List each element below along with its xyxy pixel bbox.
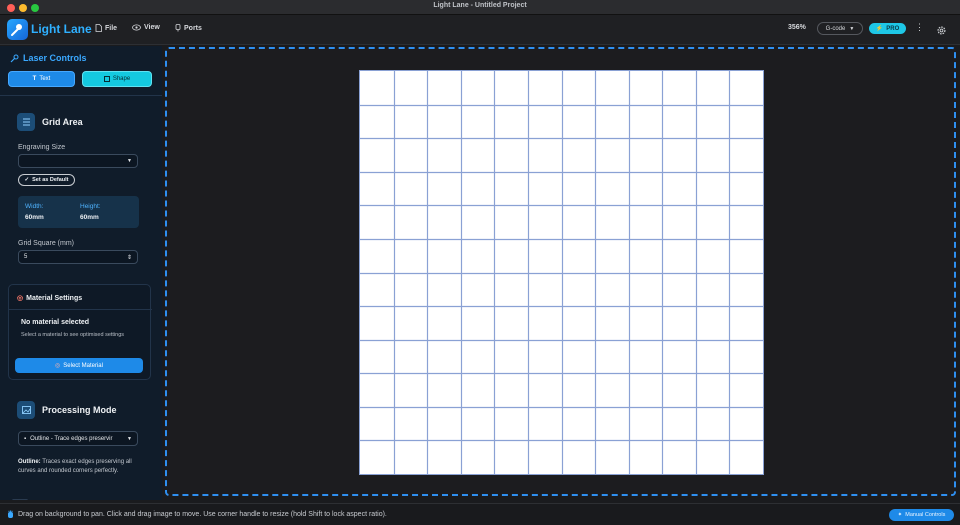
window-title: Light Lane - Untitled Project: [433, 2, 527, 9]
shape-mode-label: Shape: [112, 76, 131, 82]
eye-icon: [132, 24, 141, 31]
more-options-button[interactable]: ⋮: [915, 22, 924, 33]
design-canvas[interactable]: [165, 47, 956, 496]
laser-icon: [10, 54, 19, 62]
engraving-size-select[interactable]: ▼: [18, 154, 138, 168]
menu-view-label: View: [144, 24, 160, 31]
set-default-label: Set as Default: [32, 177, 69, 183]
check-icon: ✓: [24, 177, 30, 183]
no-material-title: No material selected: [21, 319, 90, 326]
text-icon: T: [32, 76, 37, 82]
scroll-stub: [12, 499, 28, 500]
output-format-value: G-code: [825, 25, 846, 32]
select-material-label: Select Material: [63, 362, 103, 369]
manual-controls-label: Manual Controls: [905, 512, 946, 518]
manual-controls-button[interactable]: ✦ Manual Controls: [889, 509, 954, 521]
pro-badge[interactable]: ⚡ PRO: [869, 23, 906, 34]
height-label: Height:: [80, 203, 101, 210]
sidebar-title-label: Laser Controls: [23, 53, 87, 63]
target-icon: ◎: [55, 363, 61, 369]
divider: [0, 95, 162, 96]
status-bar: Drag on background to pan. Click and dra…: [0, 503, 960, 525]
processing-mode-value: Outline - Trace edges preservir: [30, 435, 113, 442]
zoom-level[interactable]: 356%: [788, 24, 806, 31]
text-mode-label: Text: [39, 76, 51, 82]
grid-square-value: 5: [24, 254, 28, 260]
processing-mode-icon: [17, 401, 35, 419]
dimensions-panel: Width: 60mm Height: 60mm: [18, 196, 139, 228]
crosshair-icon: ✦: [897, 512, 903, 518]
top-toolbar: Light Lane File View Ports 356% G-code ▼…: [0, 15, 960, 45]
target-icon: ◎: [17, 295, 24, 302]
chevron-down-icon: ▼: [127, 158, 132, 164]
processing-mode-select[interactable]: ▪ Outline - Trace edges preservir ▼: [18, 431, 138, 446]
settings-button[interactable]: [936, 23, 947, 41]
processing-mode-desc: Outline: Traces exact edges preserving a…: [18, 458, 146, 476]
engraving-size-label: Engraving Size: [18, 144, 66, 151]
divider: [9, 309, 152, 310]
material-settings-card: ◎ Material Settings No material selected…: [8, 284, 152, 380]
processing-desc-label: Outline:: [18, 459, 41, 465]
status-hint: Drag on background to pan. Click and dra…: [18, 511, 387, 518]
no-material-desc: Select a material to see optimised setti…: [21, 332, 125, 338]
app-logo-icon: [7, 19, 28, 40]
grid-square-input[interactable]: 5 ⇕: [18, 250, 138, 264]
chevron-down-icon: ▼: [849, 25, 855, 32]
menu-ports-label: Ports: [184, 24, 202, 32]
output-format-select[interactable]: G-code ▼: [817, 22, 863, 35]
bolt-icon: ⚡: [875, 26, 884, 32]
outline-icon: ▪: [24, 435, 27, 442]
menu-file-label: File: [105, 24, 118, 32]
window-titlebar: Light Lane - Untitled Project: [0, 0, 960, 15]
width-value: 60mm: [25, 214, 44, 221]
sidebar-title: Laser Controls: [10, 53, 87, 63]
gear-icon: [937, 26, 946, 35]
processing-mode-title: Processing Mode: [42, 405, 117, 415]
engraving-grid[interactable]: [359, 70, 764, 475]
port-icon: [175, 24, 181, 32]
menu-view[interactable]: View: [132, 24, 160, 31]
shape-mode-button[interactable]: Shape: [82, 71, 152, 87]
menu-ports[interactable]: Ports: [175, 24, 202, 32]
stepper-icon[interactable]: ⇕: [127, 254, 132, 261]
laser-controls-sidebar: Laser Controls T Text Shape Grid Area En…: [0, 46, 162, 500]
file-icon: [95, 24, 102, 32]
grid-area-title: Grid Area: [42, 117, 83, 127]
grid-square-label: Grid Square (mm): [18, 240, 75, 247]
text-mode-button[interactable]: T Text: [8, 71, 75, 87]
width-label: Width:: [25, 203, 44, 210]
app-brand: Light Lane: [31, 22, 92, 36]
pro-label: PRO: [886, 25, 900, 32]
height-value: 60mm: [80, 214, 99, 221]
grid-lines: [360, 71, 763, 474]
hand-icon: [8, 510, 13, 518]
material-settings-title: ◎ Material Settings: [17, 294, 83, 303]
grid-area-icon: [17, 113, 35, 131]
material-settings-label: Material Settings: [26, 294, 83, 302]
chevron-down-icon: ▼: [127, 435, 132, 442]
square-icon: [103, 76, 110, 82]
set-default-button[interactable]: ✓ Set as Default: [18, 174, 75, 186]
menu-file[interactable]: File: [95, 24, 117, 32]
select-material-button[interactable]: ◎ Select Material: [15, 358, 143, 373]
